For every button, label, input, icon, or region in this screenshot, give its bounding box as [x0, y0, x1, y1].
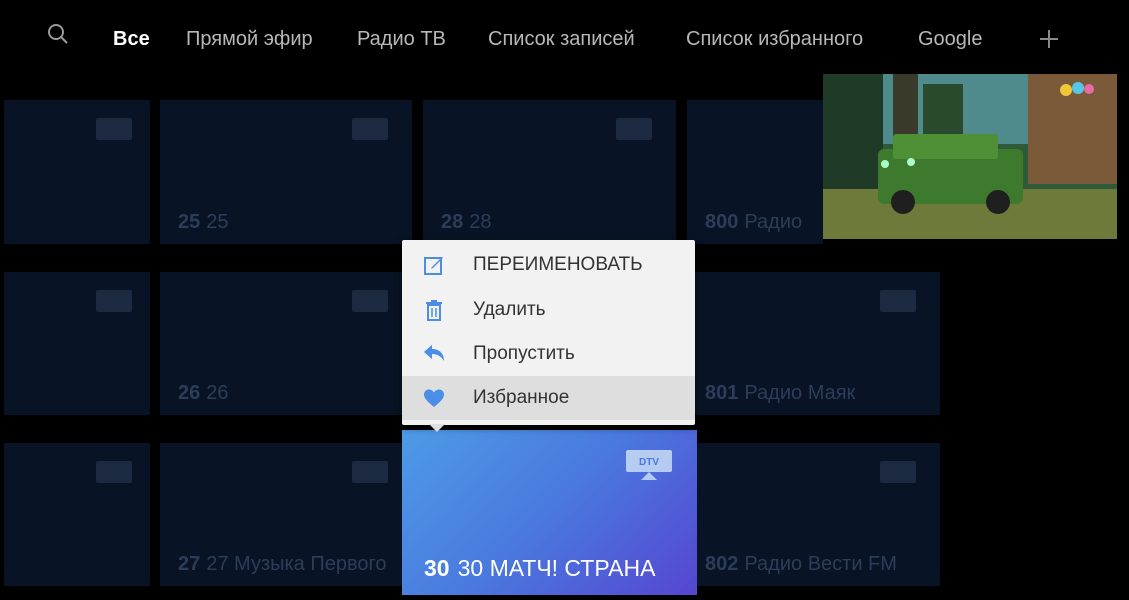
dtv-icon: [96, 290, 132, 312]
channel-label: 26 26: [178, 382, 229, 404]
skip-icon: [424, 345, 444, 361]
channel-label: 27 27 Музыка Первого: [178, 553, 387, 575]
dtv-icon: DTV: [626, 450, 672, 480]
channel-tile[interactable]: 26 26: [160, 272, 402, 415]
tab-google[interactable]: Google: [918, 28, 983, 51]
channel-label: 802 Радио Вести FM: [705, 553, 897, 575]
channel-tile[interactable]: [4, 443, 150, 586]
channel-tile[interactable]: 801 Радио Маяк: [695, 272, 940, 415]
channel-tile[interactable]: 800 Радио: [687, 100, 823, 244]
dtv-icon: [352, 461, 388, 483]
channel-label: 801 Радио Маяк: [705, 382, 856, 404]
top-navigation: Все Прямой эфир Радио ТВ Список записей …: [0, 0, 1129, 80]
tab-radio-tv[interactable]: Радио ТВ: [357, 28, 446, 51]
menu-item-favorite[interactable]: Избранное: [402, 376, 695, 420]
context-menu: ПЕРЕИМЕНОВАТЬ Удалить Пропустить Избранн…: [402, 240, 695, 425]
channel-label: 28 28: [441, 211, 492, 233]
dtv-icon: [880, 461, 916, 483]
tab-recordings[interactable]: Список записей: [488, 28, 635, 51]
channel-tile[interactable]: [4, 100, 150, 244]
dtv-icon: [616, 118, 652, 140]
menu-item-delete[interactable]: Удалить: [402, 288, 695, 332]
channel-tile[interactable]: 802 Радио Вести FM: [697, 443, 940, 586]
channel-label: 30 30 МАТЧ! СТРАНА: [424, 555, 656, 581]
tab-live[interactable]: Прямой эфир: [186, 28, 313, 51]
live-preview-window[interactable]: [823, 74, 1117, 239]
channel-tile[interactable]: 28 28: [423, 100, 676, 244]
focused-channel-tile[interactable]: DTV 30 30 МАТЧ! СТРАНА: [402, 430, 697, 595]
dtv-icon: [880, 290, 916, 312]
tab-all[interactable]: Все: [113, 28, 150, 51]
tab-favorites-list[interactable]: Список избранного: [686, 28, 863, 51]
preview-video-frame: [823, 74, 1117, 239]
dtv-icon: [352, 290, 388, 312]
dtv-icon: [96, 461, 132, 483]
channel-tile[interactable]: 27 27 Музыка Первого: [160, 443, 402, 586]
trash-icon: [426, 300, 442, 321]
channel-label: 25 25: [178, 211, 229, 233]
menu-item-skip[interactable]: Пропустить: [402, 332, 695, 376]
channel-tile[interactable]: [4, 272, 150, 415]
svg-text:DTV: DTV: [639, 457, 659, 468]
channel-tile[interactable]: 25 25: [160, 100, 412, 244]
menu-pointer: [429, 424, 445, 432]
channel-label: 800 Радио: [705, 211, 803, 233]
dtv-icon: [352, 118, 388, 140]
edit-icon: [424, 257, 443, 275]
plus-icon[interactable]: [1038, 28, 1060, 50]
search-icon[interactable]: [46, 22, 70, 46]
heart-icon: [424, 389, 444, 407]
dtv-icon: [96, 118, 132, 140]
menu-item-rename[interactable]: ПЕРЕИМЕНОВАТЬ: [402, 243, 695, 287]
